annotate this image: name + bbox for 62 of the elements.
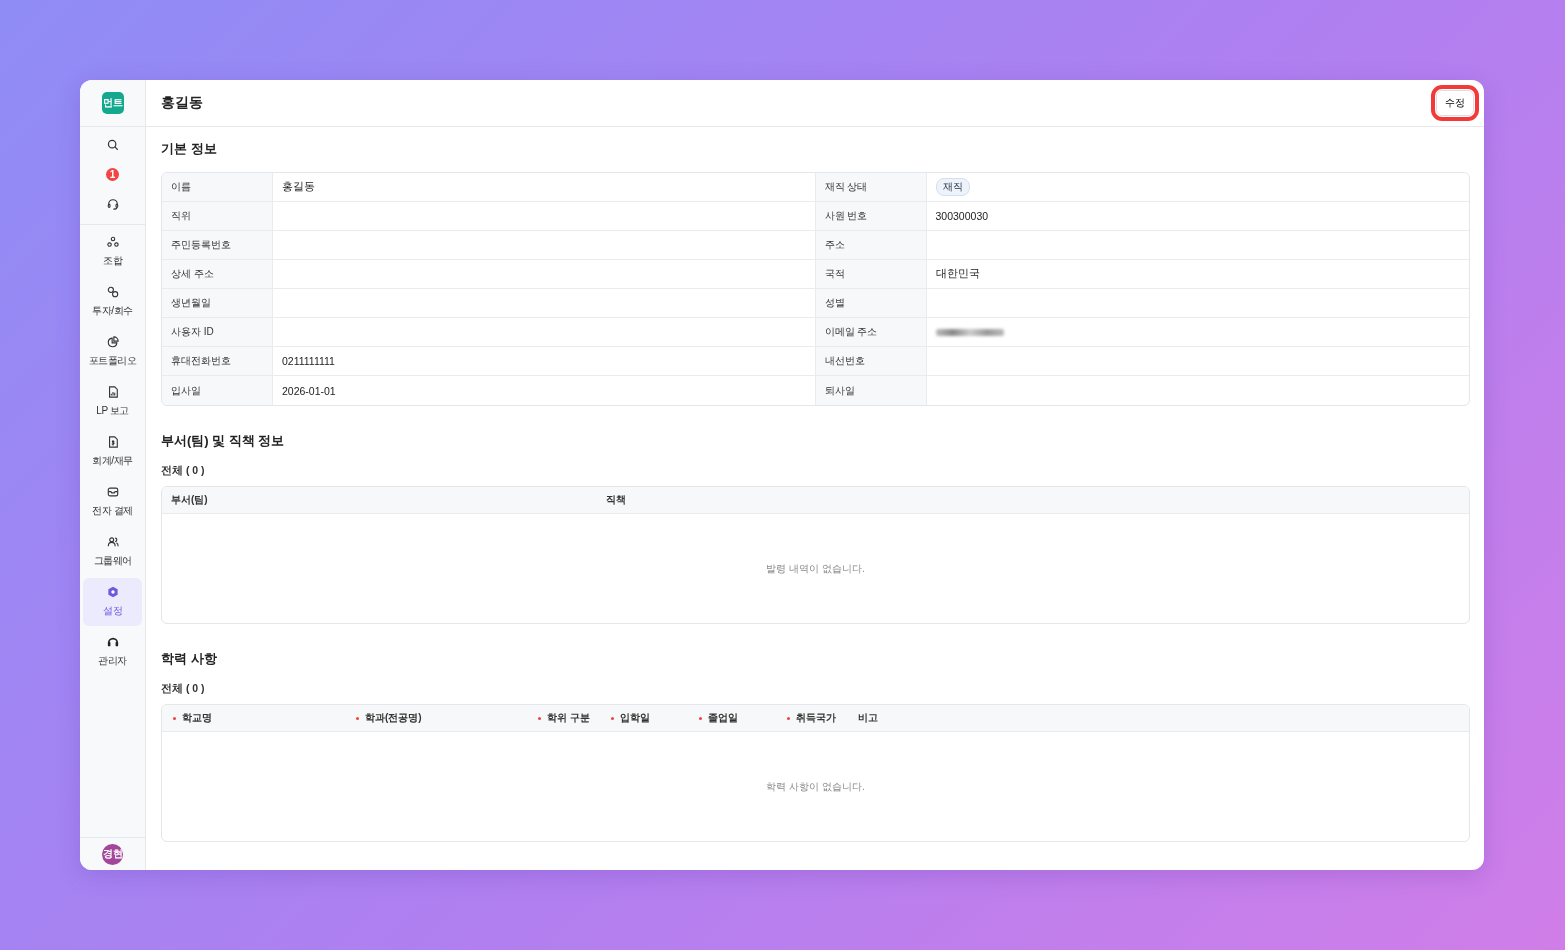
nav-icon [106, 586, 119, 598]
column-header: 직책 [606, 493, 626, 507]
nav-item[interactable]: LP 보고 [83, 378, 142, 426]
section-title: 기본 정보 [161, 140, 218, 158]
column-header: 학교명 [171, 711, 354, 725]
column-header: 학위 구분 [536, 711, 609, 725]
column-header: 부서(팀) [171, 493, 209, 507]
empty-message: 발령 내역이 없습니다. [766, 561, 865, 576]
section-title: 학력 사항 [161, 650, 218, 668]
headset-icon[interactable] [106, 198, 119, 210]
label-cell: 생년월일 [162, 289, 273, 318]
label-cell: 이메일 주소 [815, 318, 927, 347]
label-cell: 주소 [815, 231, 927, 260]
label-cell: 성별 [815, 289, 927, 318]
nav-item[interactable]: 설정 [83, 578, 142, 626]
label-cell: 내선번호 [815, 347, 927, 376]
notification-badge[interactable]: 1 [106, 168, 119, 181]
nav-item[interactable]: 투자/회수 [83, 278, 142, 326]
total-count: 전체 ( 0 ) [161, 682, 206, 696]
label-cell: 재직 상태 [815, 173, 927, 202]
label-cell: 사용자 ID [162, 318, 273, 347]
label-cell: 국적 [815, 260, 927, 289]
nav-item[interactable]: 포트폴리오 [83, 328, 142, 376]
column-header: 입학일 [609, 711, 697, 725]
nav-icon [106, 286, 119, 298]
empty-message: 학력 사항이 없습니다. [766, 779, 865, 794]
value-cell: 홍길동 [273, 173, 816, 202]
nav-item[interactable]: 조합 [83, 228, 142, 276]
column-header: 비고 [858, 711, 879, 725]
nav-icon [106, 486, 119, 498]
nav-icon [106, 386, 119, 398]
nav-icon [106, 536, 119, 548]
nav-icon [106, 336, 119, 348]
label-cell: 사원 번호 [815, 202, 927, 231]
label-cell: 퇴사일 [815, 376, 927, 405]
label-cell: 입사일 [162, 376, 273, 405]
value-cell: 2026-01-01 [273, 376, 816, 405]
blurred-text [935, 328, 1004, 336]
search-icon[interactable] [106, 139, 119, 151]
label-cell: 주민등록번호 [162, 231, 273, 260]
nav-icon [106, 236, 119, 248]
label-cell: 상세 주소 [162, 260, 273, 289]
label-cell: 직위 [162, 202, 273, 231]
nav-item[interactable]: 그룹웨어 [83, 528, 142, 576]
value-cell: 대한민국 [926, 260, 1469, 289]
value-cell: 0211111111 [273, 347, 816, 376]
column-header: 취득국가 [785, 711, 858, 725]
nav-icon [106, 636, 119, 648]
status-tag: 재직 [935, 178, 970, 196]
total-count: 전체 ( 0 ) [161, 464, 206, 478]
nav-item[interactable]: 관리자 [83, 628, 142, 676]
user-avatar[interactable]: 경현 [102, 843, 123, 865]
section-title: 부서(팀) 및 직책 정보 [161, 432, 286, 450]
label-cell: 이름 [162, 173, 273, 202]
label-cell: 휴대전화번호 [162, 347, 273, 376]
nav-item[interactable]: 전자 결제 [83, 478, 142, 526]
column-header: 졸업일 [697, 711, 785, 725]
nav-icon [106, 436, 119, 448]
column-header: 학과(전공명) [354, 711, 536, 725]
page-title: 홍길동 [161, 94, 203, 112]
value-cell: 300300030 [926, 202, 1469, 231]
nav-item[interactable]: 회계/재무 [83, 428, 142, 476]
